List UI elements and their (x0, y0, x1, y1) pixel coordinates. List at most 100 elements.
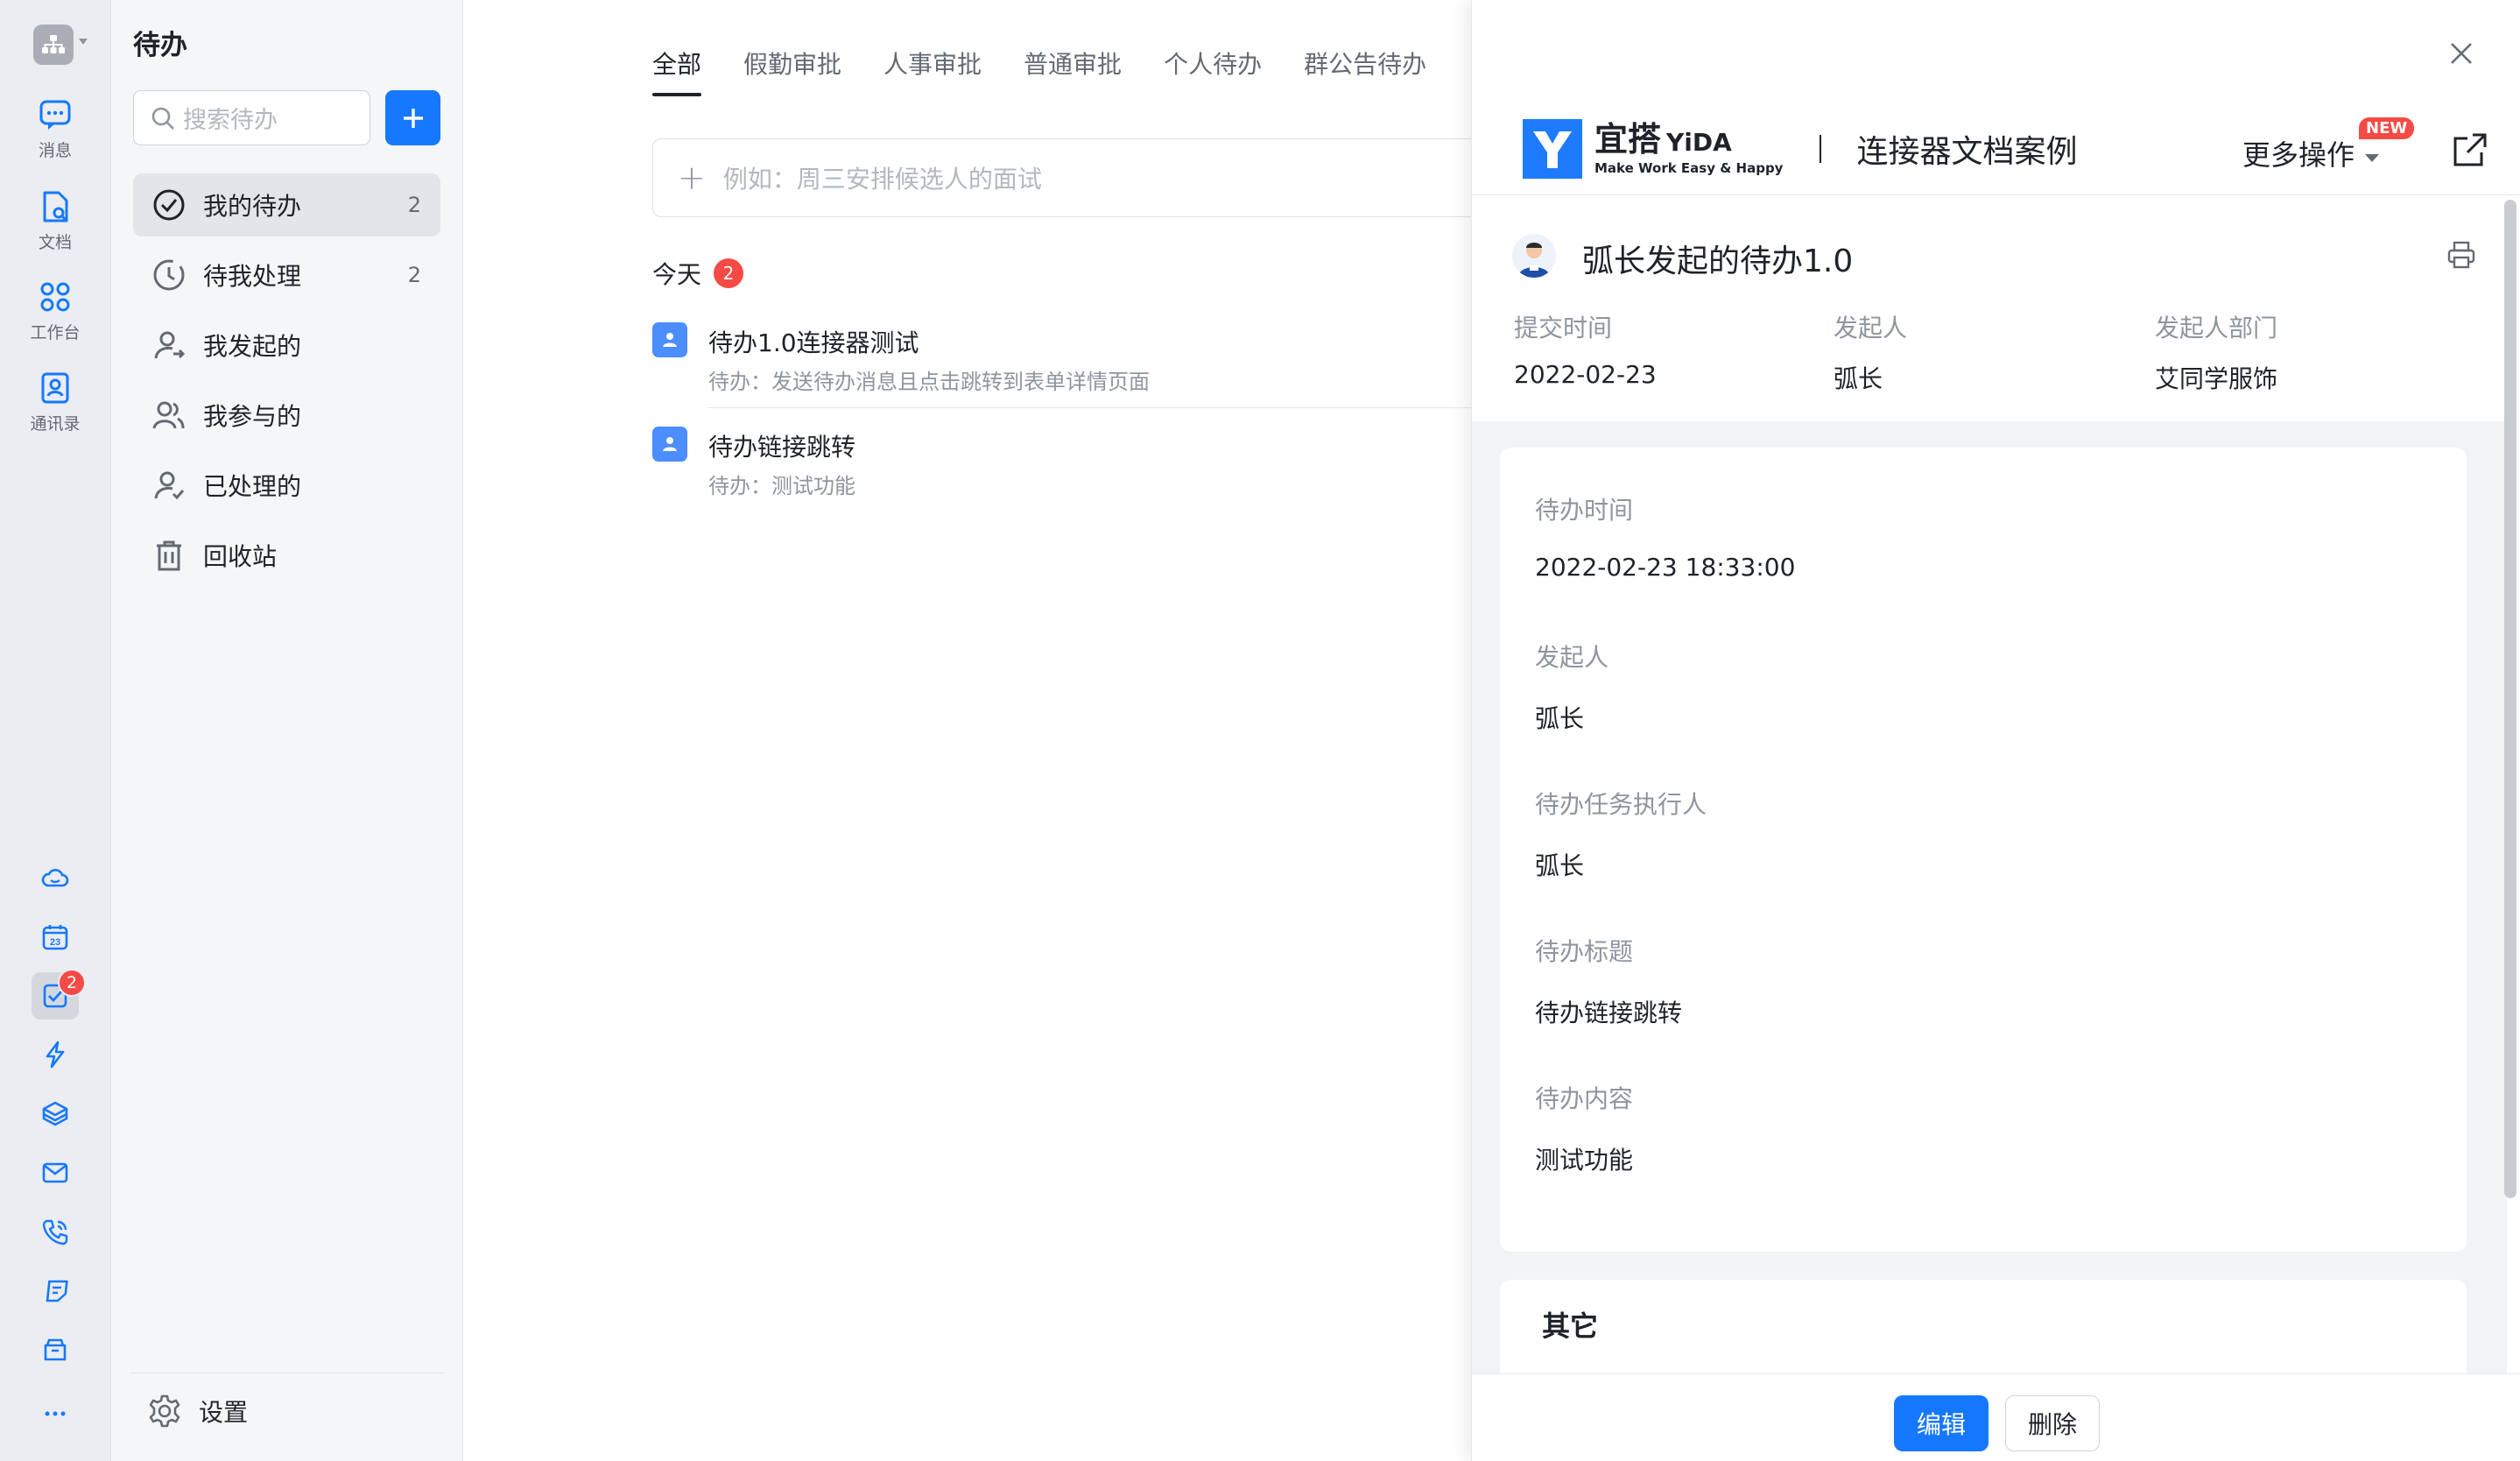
left-rail: 消息 文档 工作台 通讯录 23 2 (0, 0, 111, 1461)
check-circle-icon (151, 187, 187, 223)
rail-calendar[interactable]: 23 (32, 914, 79, 961)
app-name: 连接器文档案例 (1856, 134, 2078, 170)
plus-icon (403, 108, 423, 128)
record-title: 弧长发起的待办1.0 (1582, 244, 1854, 279)
scrollbar[interactable] (2504, 200, 2516, 1198)
trash-icon (151, 537, 187, 574)
brand-slogan: Make Work Easy & Happy (1594, 160, 1784, 176)
user-check-icon (151, 467, 187, 504)
search-icon (151, 107, 174, 130)
field-value: 弧长 (1535, 851, 1585, 880)
section-header-today: 今天 2 (652, 256, 744, 291)
rail-archive[interactable] (32, 1326, 79, 1373)
edit-button[interactable]: 编辑 (1894, 1395, 1989, 1451)
rail-workbench[interactable]: 工作台 (12, 272, 98, 349)
notes-icon (46, 1280, 68, 1302)
sidebar-item-label: 我发起的 (203, 332, 302, 361)
field-initiator: 发起人 弧长 (1535, 639, 1608, 735)
gear-icon (146, 1393, 183, 1429)
filter-tabs: 全部 假勤审批 人事审批 普通审批 个人待办 群公告待办 (652, 46, 1426, 96)
rail-more[interactable] (32, 1390, 79, 1437)
todo-item[interactable]: 待办链接跳转 待办：测试功能 (652, 427, 1475, 498)
print-button[interactable] (2446, 239, 2477, 274)
new-tag-badge: NEW (2359, 117, 2415, 139)
field-value: 测试功能 (1535, 1146, 1634, 1175)
brand-name-en: YiDA (1666, 128, 1732, 157)
tab-all[interactable]: 全部 (652, 46, 702, 96)
meta-value: 艾同学服饰 (2155, 364, 2278, 393)
sidebar-item-my-todo[interactable]: 我的待办 2 (133, 173, 440, 236)
rail-contacts-label: 通讯录 (30, 413, 81, 434)
settings-label: 设置 (199, 1398, 249, 1427)
tab-personal-todo[interactable]: 个人待办 (1164, 46, 1262, 81)
todo-item[interactable]: 待办1.0连接器测试 待办：发送待办消息且点击跳转到表单详情页面 (652, 322, 1475, 394)
app-brand: 宜搭 YiDA Make Work Easy & Happy 连接器文档案例 (1523, 119, 2077, 179)
sidebar-item-recycle[interactable]: 回收站 (133, 524, 440, 587)
field-label: 发起人 (1535, 643, 1609, 672)
org-icon (42, 35, 65, 53)
tab-group-notice-todo[interactable]: 群公告待办 (1304, 46, 1426, 81)
quick-add-input[interactable]: + 例如：周三安排候选人的面试 (652, 138, 1510, 217)
more-actions-label: 更多操作 (2242, 138, 2355, 172)
tab-hr-approval[interactable]: 人事审批 (883, 46, 982, 81)
rail-messages[interactable]: 消息 (12, 90, 98, 167)
sidebar-item-initiated[interactable]: 我发起的 (133, 314, 440, 377)
phone-icon (42, 1219, 68, 1246)
todo-title: 待办1.0连接器测试 (708, 328, 919, 357)
user-avatar-icon (652, 427, 687, 462)
rail-apps[interactable] (32, 1090, 79, 1138)
sidebar-item-label: 已处理的 (203, 472, 302, 501)
rail-notes[interactable] (32, 1267, 79, 1315)
todo-list-area: 全部 假勤审批 人事审批 普通审批 个人待办 群公告待办 + 例如：周三安排候选… (464, 0, 1510, 1461)
org-caret-icon[interactable] (79, 39, 88, 45)
sidebar-item-label: 待我处理 (203, 262, 302, 291)
rail-docs[interactable]: 文档 (12, 182, 98, 259)
rail-phone[interactable] (32, 1209, 79, 1256)
field-label: 待办时间 (1535, 496, 1634, 525)
meta-submit-time: 提交时间 2022-02-23 (1514, 309, 1657, 389)
rail-contacts[interactable]: 通讯录 (12, 363, 98, 441)
add-todo-button[interactable] (385, 90, 440, 145)
user-send-icon (151, 327, 187, 363)
svg-text:23: 23 (50, 937, 60, 948)
rail-cloud[interactable] (32, 854, 79, 901)
field-todo-content: 待办内容 测试功能 (1535, 1080, 1633, 1176)
meta-department: 发起人部门 艾同学服饰 (2155, 309, 2277, 395)
close-button[interactable] (2448, 40, 2474, 70)
panel-footer: 编辑 删除 (1472, 1373, 2520, 1461)
search-input[interactable]: 搜索待办 (133, 90, 370, 145)
section-count-badge: 2 (714, 258, 744, 288)
print-icon (2447, 241, 2475, 269)
field-todo-title: 待办标题 待办链接跳转 (1535, 933, 1682, 1029)
mail-icon (42, 1162, 68, 1183)
sidebar-item-label: 回收站 (203, 542, 278, 571)
sidebar-item-participated[interactable]: 我参与的 (133, 384, 440, 447)
open-in-new-window-button[interactable] (2450, 131, 2488, 173)
sidebar-item-label: 我的待办 (203, 192, 302, 221)
cloud-icon (41, 868, 69, 887)
delete-button[interactable]: 删除 (2005, 1395, 2100, 1451)
brand-separator (1820, 135, 1822, 163)
tab-attendance-approval[interactable]: 假勤审批 (743, 46, 841, 81)
meta-label: 提交时间 (1514, 314, 1613, 342)
users-icon (151, 397, 187, 434)
rail-docs-label: 文档 (38, 232, 72, 252)
field-assignee: 待办任务执行人 弧长 (1535, 786, 1707, 882)
field-value: 待办链接跳转 (1535, 999, 1683, 1027)
detail-scroll-area[interactable]: 弧长发起的待办1.0 提交时间 2022-02-23 发起人 弧长 发起人部门 … (1472, 195, 2507, 1373)
rail-flash[interactable] (32, 1031, 79, 1078)
org-switcher[interactable] (33, 25, 74, 65)
rail-messages-label: 消息 (38, 140, 72, 160)
plus-icon: + (678, 159, 706, 197)
lightning-icon (46, 1041, 65, 1069)
rail-workbench-label: 工作台 (30, 322, 81, 342)
other-section: 其它 (1500, 1280, 2467, 1373)
sidebar-item-pending[interactable]: 待我处理 2 (133, 244, 440, 307)
form-background: 待办时间 2022-02-23 18:33:00 发起人 弧长 待办任务执行人 … (1472, 421, 2507, 1373)
tab-general-approval[interactable]: 普通审批 (1024, 46, 1122, 81)
more-dots-icon (45, 1411, 66, 1416)
sidebar-item-done[interactable]: 已处理的 (133, 454, 440, 517)
section-title: 今天 (652, 260, 702, 289)
settings-button[interactable]: 设置 (146, 1393, 248, 1429)
rail-mail[interactable] (32, 1149, 79, 1196)
